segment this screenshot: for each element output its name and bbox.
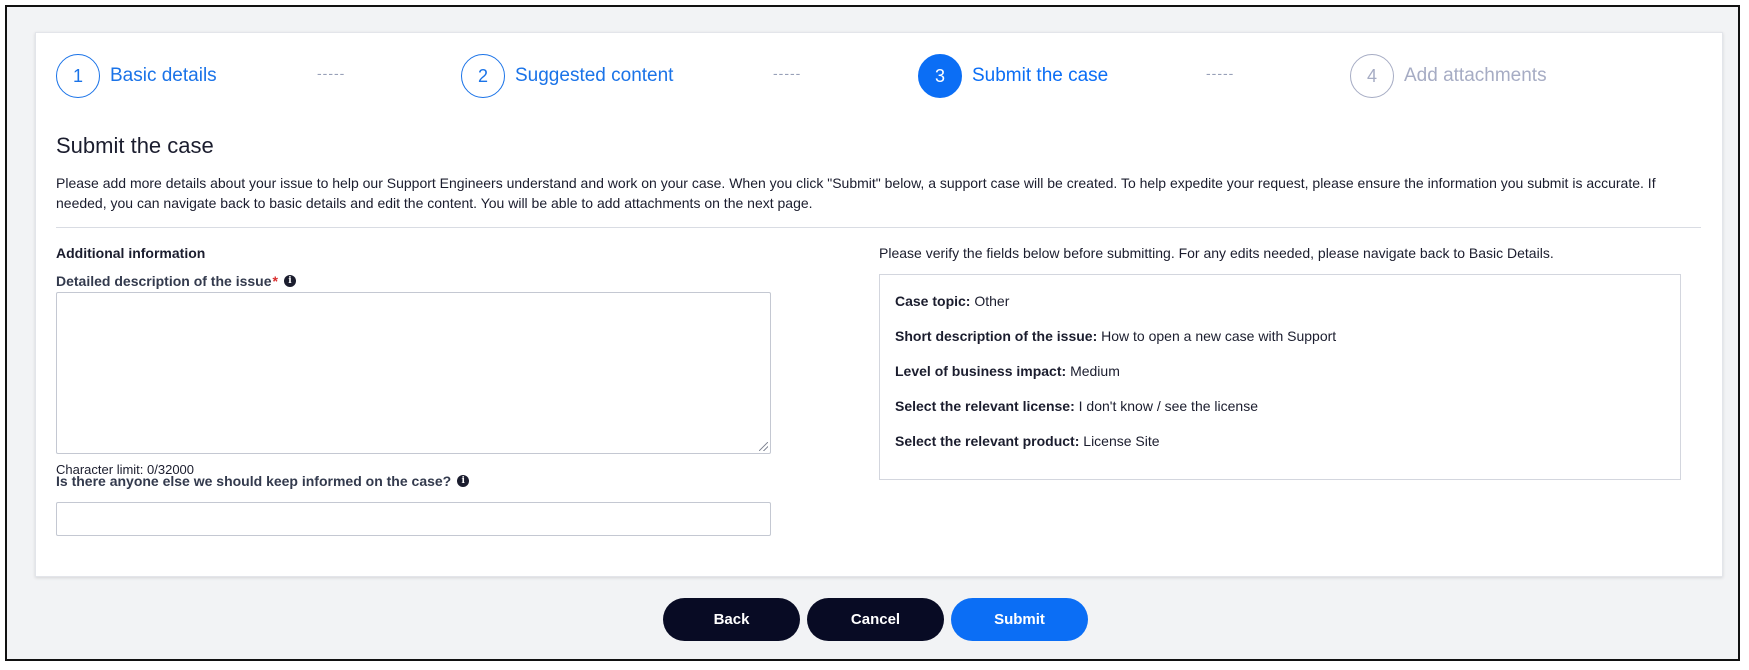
step-label: Basic details <box>110 65 217 86</box>
description-label-text: Detailed description of the issue <box>56 273 272 289</box>
summary-key: Select the relevant product: <box>895 433 1080 449</box>
required-marker: * <box>272 273 278 289</box>
step-number-circle: 1 <box>56 54 100 98</box>
step-separator: ----- <box>1206 65 1235 81</box>
intro-text: Please add more details about your issue… <box>56 175 1656 211</box>
summary-key: Case topic: <box>895 293 971 309</box>
step-separator: ----- <box>773 65 802 81</box>
step-label: Suggested content <box>515 65 674 86</box>
step-label: Add attachments <box>1404 65 1547 86</box>
summary-row-case-topic: Case topic: Other <box>895 291 1665 311</box>
summary-row-product: Select the relevant product: License Sit… <box>895 431 1665 451</box>
step-basic-details[interactable]: 1 Basic details <box>56 53 217 99</box>
app-frame: 1 Basic details ----- 2 Suggested conten… <box>5 5 1740 661</box>
description-label: Detailed description of the issue * i <box>56 273 296 289</box>
keep-informed-label-text: Is there anyone else we should keep info… <box>56 473 452 489</box>
submit-button[interactable]: Submit <box>951 598 1088 641</box>
step-number-circle: 3 <box>918 54 962 98</box>
step-number-circle: 4 <box>1350 54 1394 98</box>
step-submit-the-case[interactable]: 3 Submit the case <box>918 53 1108 99</box>
cancel-button[interactable]: Cancel <box>807 598 944 641</box>
summary-key: Select the relevant license: <box>895 398 1075 414</box>
summary-key: Level of business impact: <box>895 363 1067 379</box>
action-bar: Back Cancel Submit <box>0 598 1749 642</box>
summary-row-short-description: Short description of the issue: How to o… <box>895 326 1665 346</box>
step-label: Submit the case <box>972 65 1109 86</box>
case-form-card: 1 Basic details ----- 2 Suggested conten… <box>35 32 1723 577</box>
summary-value: How to open a new case with Support <box>1101 328 1337 344</box>
keep-informed-label: Is there anyone else we should keep info… <box>56 473 470 489</box>
summary-value: License Site <box>1083 433 1160 449</box>
summary-key: Short description of the issue: <box>895 328 1098 344</box>
summary-value: Medium <box>1070 363 1120 379</box>
page-title: Submit the case <box>56 133 214 158</box>
step-add-attachments: 4 Add attachments <box>1350 53 1547 99</box>
section-heading: Additional information <box>56 245 206 261</box>
summary-value: Other <box>974 293 1010 309</box>
step-separator: ----- <box>317 65 346 81</box>
keep-informed-input[interactable] <box>56 502 771 536</box>
back-button[interactable]: Back <box>663 598 800 641</box>
resize-grip-icon[interactable] <box>759 442 768 451</box>
info-icon[interactable]: i <box>457 475 470 487</box>
progress-stepper: 1 Basic details ----- 2 Suggested conten… <box>56 53 1711 99</box>
step-number-circle: 2 <box>461 54 505 98</box>
verify-section: Please verify the fields below before su… <box>879 245 1699 480</box>
divider <box>56 227 1701 228</box>
summary-row-business-impact: Level of business impact: Medium <box>895 361 1665 381</box>
summary-value: I don't know / see the license <box>1078 398 1258 414</box>
additional-info-section: Additional information Detailed descript… <box>56 245 776 536</box>
verify-note: Please verify the fields below before su… <box>879 245 1554 261</box>
info-icon[interactable]: i <box>283 275 296 287</box>
description-textarea[interactable] <box>56 292 771 454</box>
step-suggested-content[interactable]: 2 Suggested content <box>461 53 673 99</box>
summary-row-license: Select the relevant license: I don't kno… <box>895 396 1665 416</box>
summary-box: Case topic: Other Short description of t… <box>879 274 1681 480</box>
